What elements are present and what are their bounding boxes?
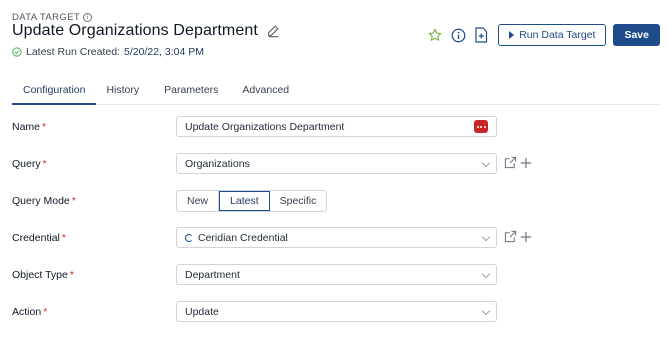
tab-parameters[interactable]: Parameters [153,80,231,105]
external-link-icon[interactable] [504,230,517,243]
credential-label-text: Credential [12,232,60,244]
tab-history[interactable]: History [96,80,153,105]
object-type-label: Object Type * [12,269,74,281]
page-title: Update Organizations Department [12,22,258,39]
form-row-name: Name * Update Organizations Department [12,116,572,138]
form-row-credential: Credential * Ceridian Credential [12,227,572,249]
ellipsis-icon[interactable] [474,120,488,133]
credential-side-actions [504,230,532,243]
query-label-text: Query [12,158,41,170]
tab-advanced[interactable]: Advanced [231,80,300,105]
query-label: Query * [12,158,47,170]
tab-bar: Configuration History Parameters Advance… [12,80,660,105]
last-run-label: Latest Run Created: [26,46,120,58]
form-row-action: Action * Update [12,301,572,323]
object-type-select[interactable]: Department [176,264,497,285]
last-run-status: Latest Run Created: 5/20/22, 3:04 PM [12,46,204,58]
query-mode-label-text: Query Mode [12,195,70,207]
plus-icon[interactable] [520,157,532,169]
star-icon [428,28,442,41]
action-label: Action * [12,306,48,318]
last-run-date: 5/20/22, 3:04 PM [123,46,204,58]
name-label-text: Name [12,121,41,133]
chevron-down-icon [481,306,491,316]
form-row-query-mode: Query Mode * New Latest Specific [12,190,572,212]
chevron-down-icon [481,158,491,168]
info-button[interactable] [450,27,466,43]
favorite-button[interactable] [427,27,443,43]
query-select[interactable]: Organizations [176,153,497,174]
plus-icon[interactable] [520,231,532,243]
tab-configuration[interactable]: Configuration [12,80,97,105]
new-document-button[interactable] [473,27,489,43]
chevron-down-icon [481,232,491,242]
query-select-value: Organizations [185,157,250,170]
form-row-object-type: Object Type * Department [12,264,572,286]
run-button-label: Run Data Target [519,29,596,41]
header-actions: Run Data Target Save [427,24,660,46]
name-label: Name * [12,121,47,133]
title-row: Update Organizations Department [12,22,280,40]
action-label-text: Action [12,306,42,318]
query-mode-latest[interactable]: Latest [219,191,270,211]
credential-select-value: Ceridian Credential [198,231,288,244]
query-mode-toggle: New Latest Specific [176,190,328,212]
info-icon[interactable]: i [83,13,93,22]
query-mode-specific[interactable]: Specific [270,191,327,211]
pencil-icon[interactable] [266,24,280,38]
external-link-icon[interactable] [504,156,517,169]
query-side-actions [504,156,532,169]
form-row-query: Query * Organizations [12,153,572,175]
run-data-target-button[interactable]: Run Data Target [498,24,607,46]
loading-icon [185,233,193,242]
object-type-select-value: Department [185,268,240,281]
action-select[interactable]: Update [176,301,497,322]
name-field[interactable]: Update Organizations Department [176,116,497,137]
info-circle-icon [451,28,466,42]
query-mode-label: Query Mode * [12,195,76,207]
play-icon [509,31,515,39]
credential-label: Credential * [12,232,66,244]
save-button[interactable]: Save [613,24,660,46]
document-add-icon [475,27,488,43]
chevron-down-icon [481,269,491,279]
credential-select[interactable]: Ceridian Credential [176,227,497,248]
check-circle-icon [12,47,22,57]
object-type-label-text: Object Type [12,269,68,281]
action-select-value: Update [185,305,219,318]
query-mode-new[interactable]: New [177,191,220,211]
name-field-value: Update Organizations Department [185,120,345,133]
